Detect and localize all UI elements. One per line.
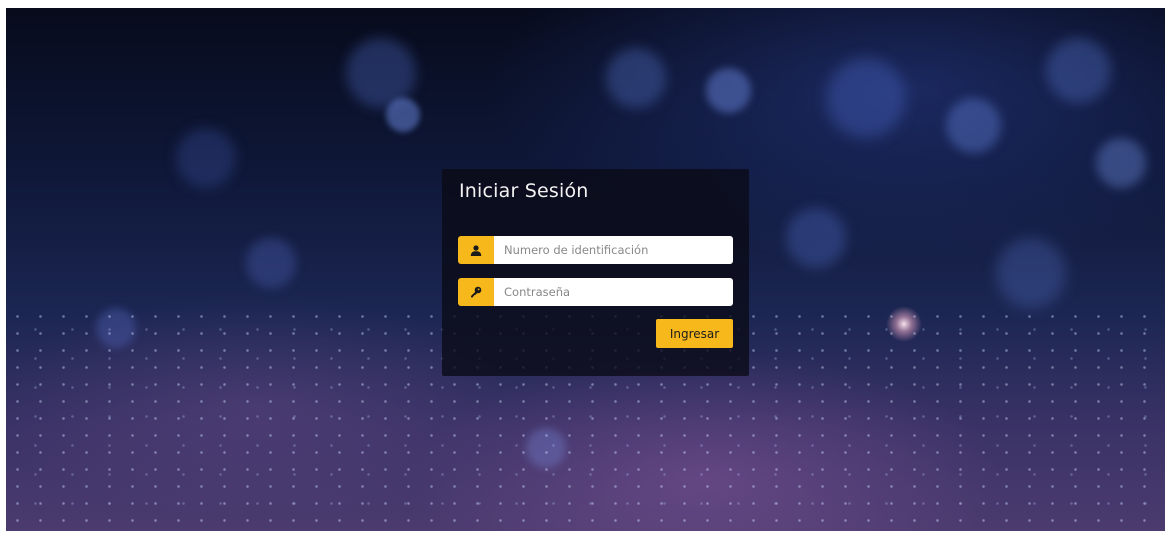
id-field-group xyxy=(458,236,733,264)
bokeh-light xyxy=(706,68,751,113)
login-panel: Iniciar Sesión Ingresar xyxy=(442,169,749,376)
password-input[interactable] xyxy=(494,278,733,306)
bokeh-light xyxy=(1046,38,1111,103)
bokeh-light xyxy=(996,238,1066,308)
bokeh-light xyxy=(346,38,416,108)
bokeh-light xyxy=(606,48,666,108)
login-title: Iniciar Sesión xyxy=(459,180,589,202)
bokeh-light xyxy=(826,58,906,138)
password-field-group xyxy=(458,278,733,306)
bokeh-light xyxy=(786,208,846,268)
bokeh-light xyxy=(386,98,420,132)
bokeh-light xyxy=(946,98,1001,153)
bokeh-light xyxy=(176,128,236,188)
ingresar-button[interactable]: Ingresar xyxy=(656,319,733,348)
bright-star xyxy=(886,306,922,342)
bokeh-light xyxy=(1096,138,1146,188)
user-icon xyxy=(458,236,494,264)
key-icon xyxy=(458,278,494,306)
id-number-input[interactable] xyxy=(494,236,733,264)
bokeh-light xyxy=(246,238,296,288)
